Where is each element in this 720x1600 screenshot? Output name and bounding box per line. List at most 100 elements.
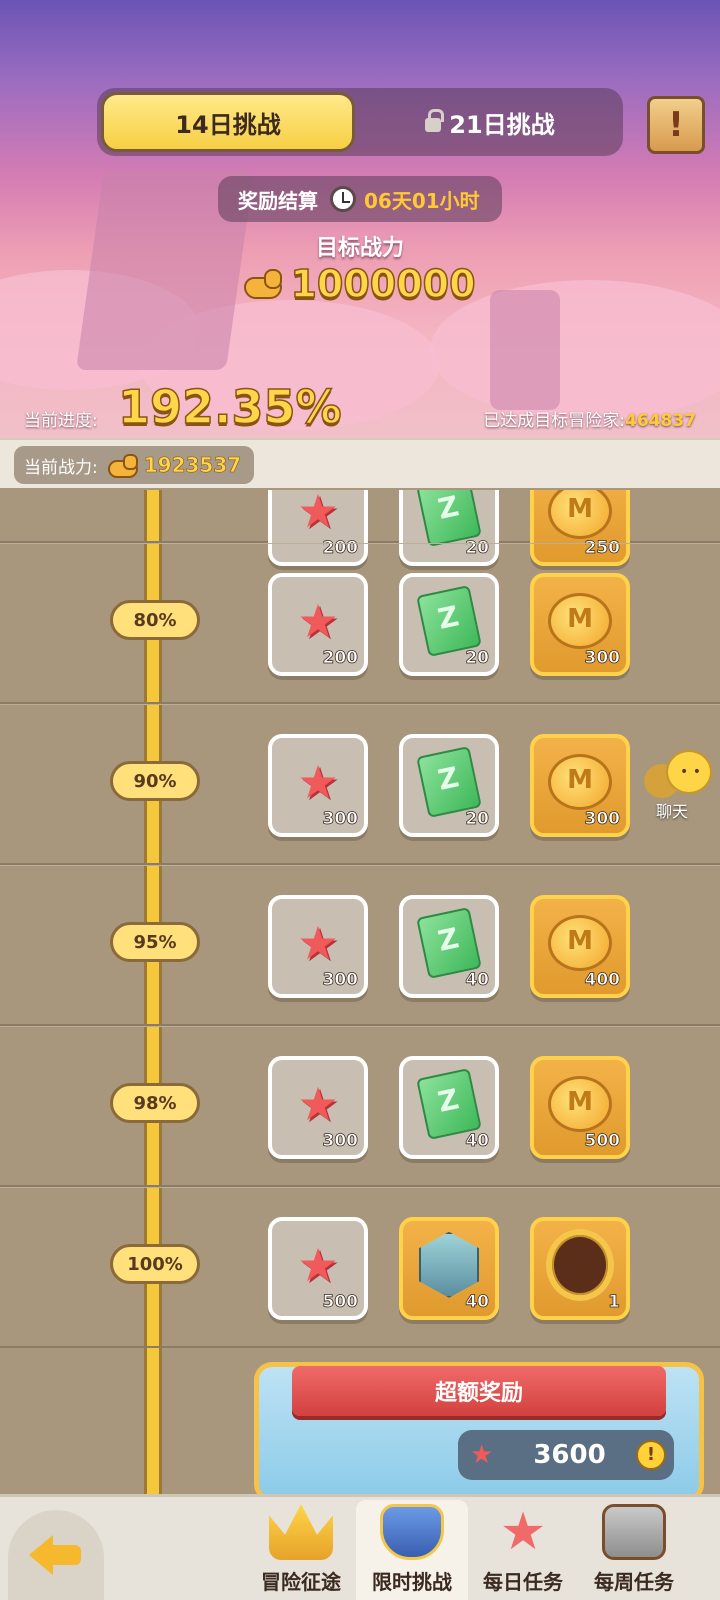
reward-item-ticket[interactable]: 40	[399, 895, 499, 998]
reward-item-coin[interactable]: 400	[530, 895, 630, 998]
settlement-timer: 奖励结算 06天01小时	[218, 176, 502, 222]
achieved-count: 464837	[625, 411, 696, 431]
reward-qty: 300	[322, 809, 358, 830]
reward-item-coin[interactable]: 300	[530, 734, 630, 837]
info-icon[interactable]: !	[636, 1440, 666, 1470]
crown-icon	[269, 1504, 333, 1560]
reward-tier-list[interactable]: ★200 20 250 80% ★200 20 300 90% ★300 20 …	[0, 490, 720, 1494]
reward-qty: 40	[465, 1131, 489, 1152]
nav-tab-limited-challenge[interactable]: 限时挑战	[356, 1500, 468, 1600]
starfish-icon: ★	[297, 593, 339, 648]
badge-icon	[380, 1504, 444, 1560]
back-arrow-icon	[29, 1535, 83, 1575]
current-power-value: 1923537	[143, 453, 242, 478]
header-banner: 14日挑战 21日挑战 ! 奖励结算 06天01小时 目标战力 1000000 …	[0, 0, 720, 438]
tab-21-day[interactable]: 21日挑战	[363, 92, 617, 152]
achieved-adventurers: 已达成目标冒险家:464837	[483, 406, 696, 431]
rock-decoration	[490, 290, 560, 410]
reward-qty: 40	[465, 970, 489, 991]
current-power: 当前战力: 1923537	[14, 446, 254, 484]
muscle-arm-icon	[107, 454, 138, 478]
ticket-icon	[416, 906, 482, 979]
reward-item-starfish[interactable]: ★ 300	[268, 895, 368, 998]
achieved-label: 已达成目标冒险家:	[483, 411, 626, 431]
nav-label: 冒险征途	[261, 1570, 341, 1594]
tier-percent-badge: 80%	[110, 600, 200, 640]
reward-item-ticket[interactable]: 20	[399, 573, 499, 676]
nav-label: 每日任务	[483, 1570, 563, 1594]
nav-label: 每周任务	[594, 1570, 674, 1594]
reward-row: 100% ★ 500 40 1	[0, 1187, 720, 1348]
tier-percent-badge: 98%	[110, 1083, 200, 1123]
starfish-icon: ★	[297, 754, 339, 809]
lock-icon	[425, 109, 445, 132]
back-button[interactable]	[8, 1510, 104, 1600]
chest-icon	[602, 1504, 666, 1560]
reward-item-ticket[interactable]: 20	[399, 734, 499, 837]
coin-icon	[548, 753, 612, 810]
reward-item-starfish[interactable]: ★ 300	[268, 734, 368, 837]
reward-qty: 200	[322, 648, 358, 669]
settlement-time: 06天01小时	[364, 188, 480, 213]
nav-label: 限时挑战	[372, 1570, 452, 1594]
bonus-ribbon: 超额奖励	[292, 1366, 666, 1416]
progress-value: 192.35%	[117, 379, 342, 435]
reward-item-ticket[interactable]: 40	[399, 1056, 499, 1159]
starfish-icon: ★	[297, 490, 339, 538]
target-power: 1000000	[0, 261, 720, 307]
reward-qty: 40	[465, 1292, 489, 1313]
bonus-value: 3600	[533, 1440, 606, 1470]
ticket-icon	[416, 584, 482, 657]
reward-item-starfish[interactable]: ★ 300	[268, 1056, 368, 1159]
ticket-icon	[416, 1067, 482, 1140]
reward-qty: 20	[465, 809, 489, 830]
reward-item-coin[interactable]: 500	[530, 1056, 630, 1159]
challenge-tabs: 14日挑战 21日挑战	[97, 88, 623, 156]
reward-qty: 300	[322, 970, 358, 991]
tier-percent-badge: 100%	[110, 1244, 200, 1284]
tier-percent-badge: 90%	[110, 761, 200, 801]
reward-qty: 1	[608, 1292, 621, 1313]
coin-icon	[548, 490, 612, 539]
coin-icon	[548, 914, 612, 971]
reward-row: 98% ★300 40 500	[0, 1026, 720, 1187]
exclamation-icon: !	[668, 105, 684, 145]
reward-qty: 20	[465, 648, 489, 669]
reward-row: ★200 20 250	[0, 490, 720, 566]
tier-percent-badge: 95%	[110, 922, 200, 962]
target-power-title: 目标战力	[315, 236, 404, 261]
reward-qty: 500	[322, 1292, 358, 1313]
reward-row: 95% ★300 40 400	[0, 865, 720, 1026]
reward-row: 90% ★300 20 300	[0, 704, 720, 865]
chat-button[interactable]: • • 聊天	[644, 750, 718, 821]
reward-qty: 300	[584, 809, 620, 830]
starfish-icon: ★	[499, 1502, 547, 1562]
reward-item-avatar-frame[interactable]: 1	[530, 1217, 630, 1320]
starfish-icon: ★	[470, 1440, 494, 1470]
tab-14-day[interactable]: 14日挑战	[101, 92, 355, 152]
reward-item-coin[interactable]: 300	[530, 573, 630, 676]
reward-qty: 500	[584, 1131, 620, 1152]
nav-tab-daily-tasks[interactable]: ★ 每日任务	[467, 1500, 579, 1600]
reward-item-starfish[interactable]: ★ 200	[268, 573, 368, 676]
coin-icon	[548, 1075, 612, 1132]
nav-tab-weekly-tasks[interactable]: 每周任务	[578, 1500, 690, 1600]
reward-item-hero-shard[interactable]: 40	[399, 1217, 499, 1320]
settlement-label: 奖励结算	[238, 188, 318, 213]
smiley-eyes: • •	[680, 764, 701, 780]
tab-14-day-label: 14日挑战	[175, 110, 281, 139]
starfish-icon: ★	[297, 915, 339, 970]
nav-tab-adventure[interactable]: 冒险征途	[245, 1500, 357, 1600]
reward-qty: 300	[322, 1131, 358, 1152]
chat-label: 聊天	[656, 802, 689, 821]
current-power-label: 当前战力:	[24, 457, 98, 478]
tab-21-day-label: 21日挑战	[449, 110, 555, 139]
rules-scroll-button[interactable]: !	[647, 96, 705, 154]
hero-shard-icon	[419, 1231, 479, 1298]
muscle-arm-icon	[244, 269, 283, 299]
reward-row: 80% ★200 20 300	[0, 543, 720, 704]
progress-label: 当前进度:	[24, 411, 98, 431]
reward-item-starfish[interactable]: ★ 500	[268, 1217, 368, 1320]
reward-qty: 400	[584, 970, 620, 991]
starfish-icon: ★	[297, 1237, 339, 1292]
